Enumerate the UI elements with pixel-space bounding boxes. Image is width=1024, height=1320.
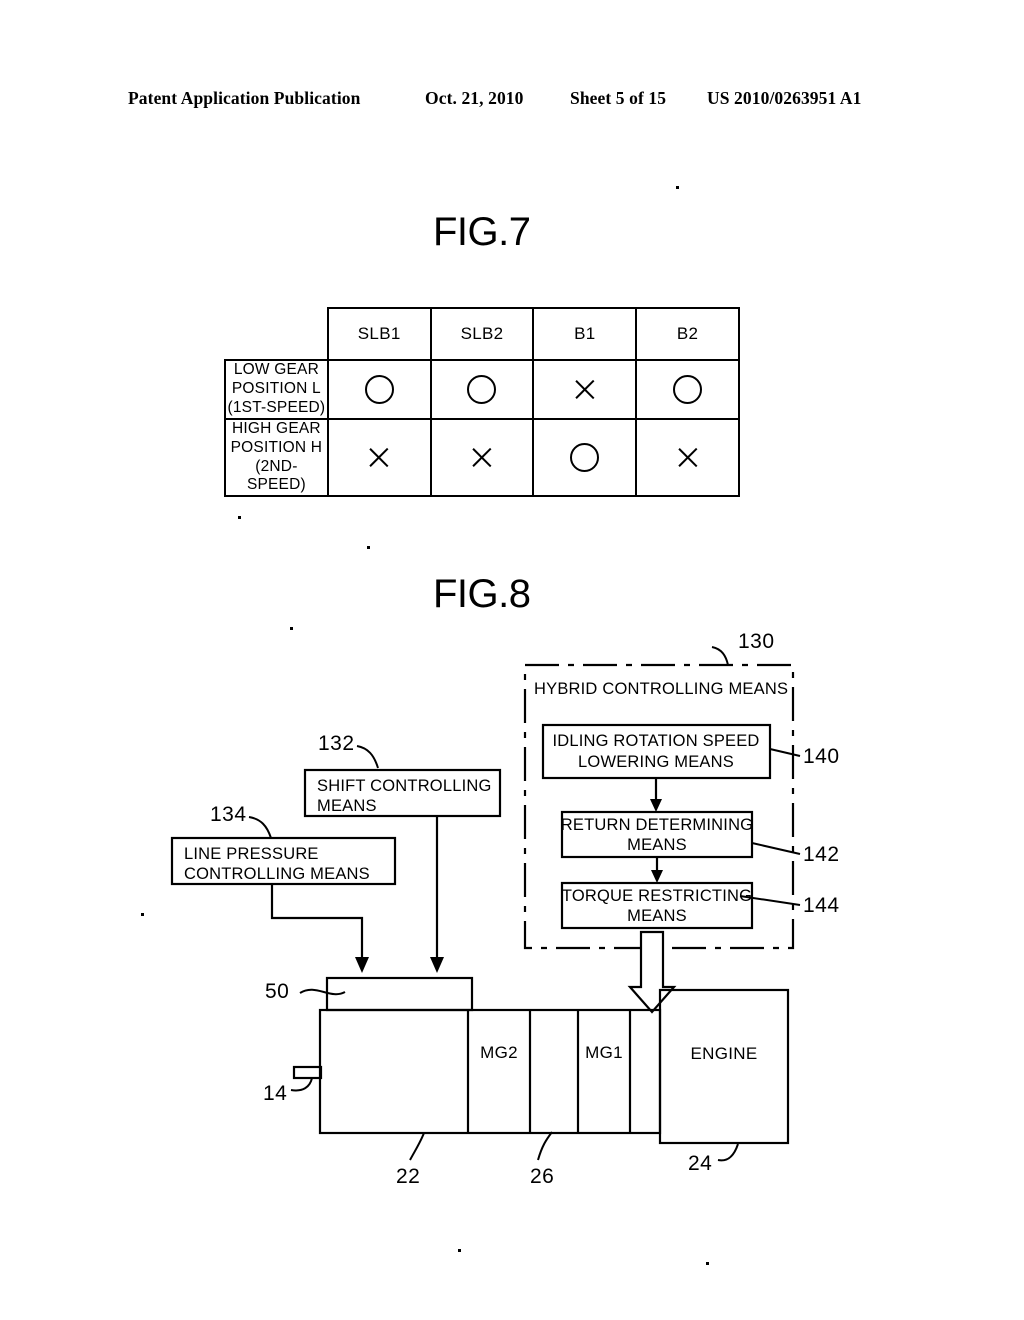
row-label-line2: (1ST-SPEED) xyxy=(227,398,326,416)
leader-130 xyxy=(711,646,729,666)
cell-low-slb2 xyxy=(429,359,535,420)
block-140-line1: IDLING ROTATION SPEED xyxy=(552,732,759,750)
block-142-line1: RETURN DETERMINING xyxy=(561,816,753,834)
engine-label: ENGINE xyxy=(691,1044,758,1063)
row-label-line1: HIGH GEAR POSITION H xyxy=(230,419,323,456)
output-shaft-stub xyxy=(292,1065,323,1080)
connector-134-to-hydraulic-unit xyxy=(270,884,364,963)
figure-7-table-wrapper: SLB1 SLB2 B1 B2 LOW GEAR POSITION L (1ST… xyxy=(224,307,744,498)
circle-icon xyxy=(467,374,497,404)
patent-drawing-page: Patent Application Publication Oct. 21, … xyxy=(0,0,1024,1320)
gear-position-table: SLB1 SLB2 B1 B2 LOW GEAR POSITION L (1ST… xyxy=(224,307,740,498)
header-publication-text: Patent Application Publication xyxy=(128,88,361,108)
column-header-b1: B1 xyxy=(532,307,638,361)
circle-icon xyxy=(364,374,394,404)
ref-number-142: 142 xyxy=(803,843,840,866)
block-134-line2: CONTROLLING MEANS xyxy=(184,865,370,883)
leader-24 xyxy=(717,1143,739,1162)
ref-number-50: 50 xyxy=(265,980,289,1003)
hybrid-controlling-means-title: HYBRID CONTROLLING MEANS xyxy=(534,680,788,698)
ref-number-134: 134 xyxy=(210,803,247,826)
scan-speck xyxy=(706,1262,709,1265)
row-label-high-gear: HIGH GEAR POSITION H (2ND-SPEED) xyxy=(224,417,329,498)
ref-number-22: 22 xyxy=(396,1165,420,1188)
figure-7-title: FIG.7 xyxy=(433,210,531,254)
cell-low-b1 xyxy=(532,359,638,420)
leader-140 xyxy=(769,748,801,757)
leader-14 xyxy=(290,1077,313,1092)
cross-icon xyxy=(469,445,494,470)
header-date-text: Oct. 21, 2010 xyxy=(425,88,524,108)
cross-icon xyxy=(572,377,597,402)
mg2-label: MG2 xyxy=(480,1043,518,1062)
scan-speck xyxy=(290,627,293,630)
table-corner-cell xyxy=(225,308,328,360)
block-132-line1: SHIFT CONTROLLING xyxy=(317,777,492,795)
row-label-line2: (2ND-SPEED) xyxy=(246,457,306,494)
cell-high-slb2 xyxy=(429,417,535,498)
mg1-label: MG1 xyxy=(585,1043,623,1062)
ref-number-26: 26 xyxy=(530,1165,554,1188)
scan-speck xyxy=(141,913,144,916)
scan-speck xyxy=(238,516,241,519)
arrowhead-134 xyxy=(355,957,369,973)
block-132-line2: MEANS xyxy=(317,797,377,815)
column-header-b2: B2 xyxy=(635,307,740,361)
arrowhead-132 xyxy=(430,957,444,973)
leader-134 xyxy=(248,816,272,839)
scan-speck xyxy=(458,1249,461,1252)
block-144-line1: TORQUE RESTRICTING xyxy=(562,887,752,905)
leader-26 xyxy=(537,1131,553,1161)
ref-number-144: 144 xyxy=(803,894,840,917)
ref-number-130: 130 xyxy=(738,630,775,653)
table-header-row: SLB1 SLB2 B1 B2 xyxy=(225,307,740,361)
column-header-slb2: SLB2 xyxy=(429,307,535,361)
cross-icon xyxy=(367,445,392,470)
header-patent-number: US 2010/0263951 A1 xyxy=(707,88,862,108)
ref-number-24: 24 xyxy=(688,1152,712,1175)
arrowhead-142-144 xyxy=(651,870,663,883)
scan-speck xyxy=(676,186,679,189)
header-sheet-text: Sheet 5 of 15 xyxy=(570,88,667,108)
cross-icon xyxy=(675,445,700,470)
block-144-line2: MEANS xyxy=(627,907,687,925)
arrowhead-140-142 xyxy=(650,799,662,812)
ref-number-140: 140 xyxy=(803,745,840,768)
block-134-line1: LINE PRESSURE xyxy=(184,845,319,863)
leader-22 xyxy=(409,1132,425,1161)
block-142-line2: MEANS xyxy=(627,836,687,854)
scan-speck xyxy=(367,546,370,549)
engine-box xyxy=(658,988,790,1145)
figure-8-block-diagram: 130 HYBRID CONTROLLING MEANS IDLING ROTA… xyxy=(170,630,840,1188)
column-header-slb1: SLB1 xyxy=(326,307,432,361)
leader-132 xyxy=(356,745,379,769)
table-row: HIGH GEAR POSITION H (2ND-SPEED) xyxy=(224,417,740,498)
leader-50 xyxy=(299,988,346,996)
cell-low-b2 xyxy=(635,359,740,420)
table-row: LOW GEAR POSITION L (1ST-SPEED) xyxy=(224,359,740,420)
ref-number-14: 14 xyxy=(263,1082,287,1105)
circle-icon xyxy=(673,374,703,404)
hydraulic-control-unit-box xyxy=(325,976,474,1012)
publication-header: Patent Application Publication Oct. 21, … xyxy=(0,88,1024,114)
row-label-low-gear: LOW GEAR POSITION L (1ST-SPEED) xyxy=(224,359,329,420)
cell-high-b1 xyxy=(532,417,638,498)
hollow-arrow-hybrid-to-powertrain xyxy=(627,930,677,1014)
cell-low-slb1 xyxy=(326,359,432,420)
circle-icon xyxy=(570,443,600,473)
block-140-line2: LOWERING MEANS xyxy=(578,753,734,771)
row-label-line1: LOW GEAR POSITION L xyxy=(231,361,321,397)
cell-high-b2 xyxy=(635,417,740,498)
powertrain-housing xyxy=(318,1008,662,1135)
ref-number-132: 132 xyxy=(318,732,355,755)
cell-high-slb1 xyxy=(326,417,432,498)
